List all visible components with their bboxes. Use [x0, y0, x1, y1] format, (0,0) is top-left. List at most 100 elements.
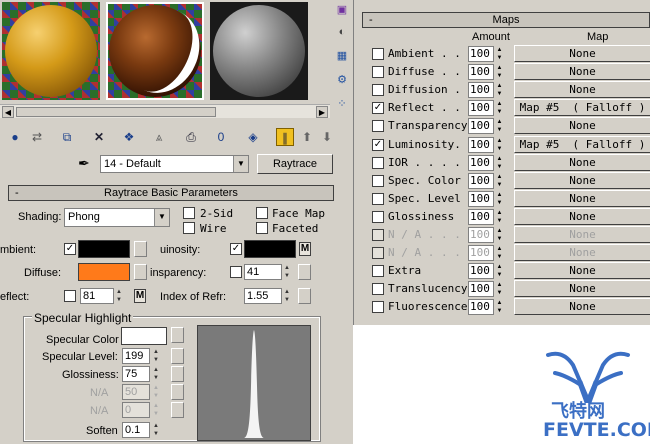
specular-level-spinner[interactable]: 199 — [122, 348, 150, 364]
map-amount-spinner[interactable]: 100 — [468, 82, 494, 99]
map-enable-checkbox[interactable] — [372, 66, 384, 79]
map-amount-spinner[interactable]: 100 — [468, 136, 494, 153]
map-slot-button[interactable]: Map #5 ( Falloff ) — [514, 99, 650, 117]
scroll-right-arrow-icon[interactable]: ▶ — [316, 106, 328, 118]
map-slot-button[interactable]: None — [514, 63, 650, 81]
make-unique-icon[interactable]: ⩓ — [150, 128, 168, 146]
reflect-map-button[interactable]: M — [134, 289, 146, 303]
map-slot-button[interactable]: None — [514, 153, 650, 171]
put-to-library-icon[interactable]: ⎙ — [182, 128, 200, 146]
faceted-checkbox[interactable] — [256, 222, 268, 234]
diffuse-color-swatch[interactable] — [78, 263, 130, 281]
map-amount-spinner[interactable]: 100 — [468, 100, 494, 117]
backlight-icon[interactable]: ◐ — [334, 24, 350, 40]
map-enable-checkbox[interactable] — [372, 283, 384, 296]
spinner-arrows-icon[interactable]: ▲ ▼ — [495, 191, 504, 207]
scroll-left-arrow-icon[interactable]: ◀ — [2, 106, 14, 118]
spinner-arrows-icon[interactable]: ▲ ▼ — [495, 46, 504, 62]
transparency-spinner[interactable]: 41 — [244, 264, 282, 280]
map-amount-spinner[interactable]: 100 — [468, 46, 494, 62]
ambient-map-button[interactable] — [134, 241, 147, 257]
map-slot-button[interactable]: Map #5 ( Falloff ) — [514, 135, 650, 153]
spinner-arrows-icon[interactable]: ▲ ▼ — [495, 263, 504, 279]
luminosity-checkbox[interactable]: ✓ — [230, 243, 242, 255]
specular-level-map-button[interactable] — [171, 348, 184, 364]
map-amount-spinner[interactable]: 100 — [468, 281, 494, 298]
shading-select[interactable]: Phong ▼ — [64, 208, 170, 227]
map-enable-checkbox[interactable] — [372, 192, 384, 205]
show-end-result-icon[interactable]: ∥ — [276, 128, 294, 146]
wire-checkbox[interactable] — [183, 222, 195, 234]
pick-material-eyedropper-icon[interactable]: ✒ — [78, 155, 90, 172]
reset-map-icon[interactable]: ✕ — [90, 128, 108, 146]
map-slot-button[interactable]: None — [514, 280, 650, 298]
soften-spinner[interactable]: 0.1 — [122, 422, 150, 438]
assign-material-icon[interactable]: ⧉ — [58, 128, 76, 146]
spinner-arrows-icon[interactable]: ▲ ▼ — [495, 155, 504, 171]
glossiness-spinner[interactable]: 75 — [122, 366, 150, 382]
spinner-arrows-icon[interactable]: ▲ ▼ — [115, 288, 123, 304]
spinner-arrows-icon[interactable]: ▲ ▼ — [283, 264, 291, 280]
spinner-arrows-icon[interactable]: ▲ ▼ — [495, 118, 504, 134]
map-slot-button[interactable]: None — [514, 298, 650, 316]
make-copy-icon[interactable]: ❖ — [120, 128, 138, 146]
chevron-down-icon[interactable]: ▼ — [154, 209, 169, 226]
material-type-button[interactable]: Raytrace — [257, 154, 333, 174]
map-amount-spinner[interactable]: 100 — [468, 190, 494, 207]
map-amount-spinner[interactable]: 100 — [468, 263, 494, 280]
map-amount-spinner[interactable]: 100 — [468, 299, 494, 316]
transparency-map-button[interactable] — [298, 264, 311, 280]
spinner-arrows-icon[interactable]: ▲ ▼ — [283, 288, 291, 304]
spinner-arrows-icon[interactable]: ▲ ▼ — [495, 173, 504, 189]
spinner-arrows-icon[interactable]: ▲ ▼ — [495, 281, 504, 297]
reflect-spinner[interactable]: 81 — [80, 288, 114, 304]
slots-horizontal-scrollbar[interactable]: ◀ ▶ — [0, 104, 330, 118]
two-sided-checkbox[interactable] — [183, 207, 195, 219]
map-slot-button[interactable]: None — [514, 189, 650, 207]
map-enable-checkbox[interactable] — [372, 265, 384, 278]
go-forward-sibling-icon[interactable]: ⬇ — [318, 128, 336, 146]
map-slot-button[interactable]: None — [514, 262, 650, 280]
map-slot-button[interactable]: None — [514, 171, 650, 189]
map-enable-checkbox[interactable] — [372, 84, 384, 97]
get-material-icon[interactable]: ● — [6, 128, 24, 146]
map-amount-spinner[interactable]: 100 — [468, 154, 494, 171]
scroll-thumb[interactable] — [16, 107, 216, 117]
specular-color-swatch[interactable] — [121, 327, 167, 345]
background-icon[interactable]: ▦ — [334, 48, 350, 64]
map-enable-checkbox[interactable] — [372, 210, 384, 223]
map-amount-spinner[interactable]: 100 — [468, 64, 494, 81]
map-amount-spinner[interactable]: 100 — [468, 172, 494, 189]
spinner-arrows-icon[interactable]: ▲ ▼ — [152, 422, 160, 438]
uv-tiling-icon[interactable]: ⚙ — [334, 72, 350, 88]
sample-slot-3[interactable] — [210, 2, 308, 100]
map-enable-checkbox[interactable] — [372, 120, 384, 133]
go-to-parent-icon[interactable]: ⬆ — [298, 128, 316, 146]
map-enable-checkbox[interactable] — [372, 48, 384, 60]
map-slot-button[interactable]: None — [514, 117, 650, 135]
spinner-arrows-icon[interactable]: ▲ ▼ — [495, 100, 504, 116]
spinner-arrows-icon[interactable]: ▲ ▼ — [495, 209, 504, 225]
face-map-checkbox[interactable] — [256, 207, 268, 219]
map-slot-button[interactable]: None — [514, 45, 650, 62]
rollout-header-basic[interactable]: - Raytrace Basic Parameters — [8, 185, 334, 201]
chevron-down-icon[interactable]: ▼ — [233, 156, 248, 172]
sample-slot-2-selected[interactable] — [106, 2, 204, 100]
specular-color-map-button[interactable] — [171, 327, 184, 343]
ambient-checkbox[interactable]: ✓ — [64, 243, 76, 255]
spinner-arrows-icon[interactable]: ▲ ▼ — [495, 82, 504, 98]
material-id-channel-icon[interactable]: 0 — [212, 128, 230, 146]
video-color-check-icon[interactable]: ⁘ — [334, 96, 350, 112]
show-map-in-viewport-icon[interactable]: ◈ — [244, 128, 262, 146]
put-to-scene-icon[interactable]: ⇄ — [28, 128, 46, 146]
spinner-arrows-icon[interactable]: ▲ ▼ — [495, 64, 504, 80]
diffuse-map-button[interactable] — [134, 264, 147, 280]
ior-map-button[interactable] — [298, 288, 311, 304]
luminosity-map-button[interactable]: M — [299, 242, 311, 256]
map-slot-button[interactable]: None — [514, 207, 650, 225]
spinner-arrows-icon[interactable]: ▲ ▼ — [152, 366, 160, 382]
map-amount-spinner[interactable]: 100 — [468, 118, 494, 135]
map-enable-checkbox[interactable] — [372, 174, 384, 187]
spinner-arrows-icon[interactable]: ▲ ▼ — [495, 137, 504, 153]
material-name-combo[interactable]: 14 - Default ▼ — [100, 155, 249, 173]
